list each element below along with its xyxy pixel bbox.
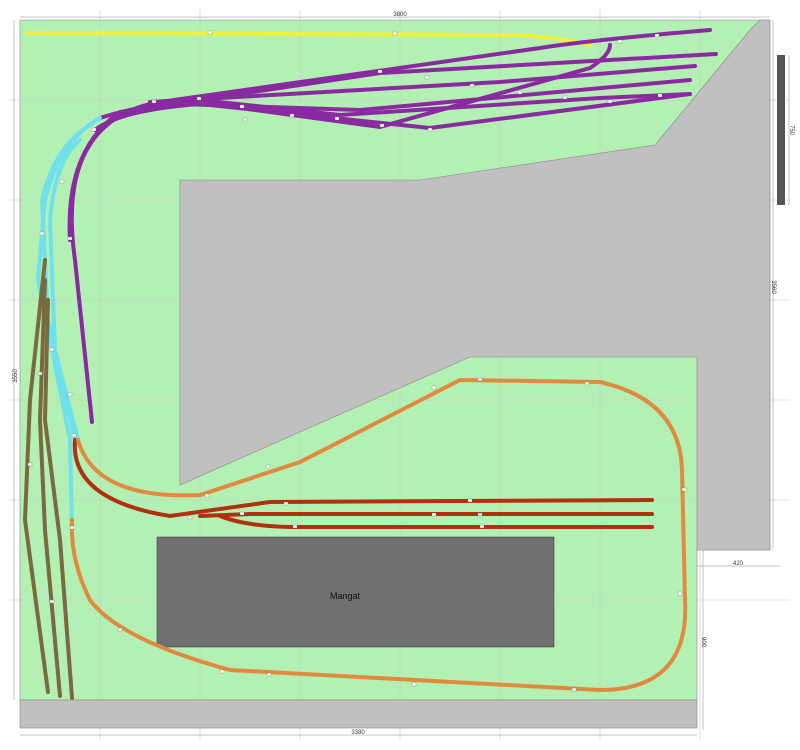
dim-window: 750	[788, 125, 794, 136]
dim-corner-width: 420	[733, 561, 744, 567]
gray-area-bottom	[19, 699, 698, 729]
dim-bottom: 3380	[351, 730, 365, 736]
pit-label: Mangat	[330, 591, 361, 601]
dim-top: 3800	[393, 12, 407, 18]
dim-right: 3560	[770, 280, 776, 294]
dim-corner-height: 900	[700, 637, 706, 648]
window-bar	[777, 55, 785, 205]
dim-left: 3550	[13, 369, 19, 383]
layout-plan: Mangat 3800 3380 3550 3560 750 420 900	[10, 10, 794, 740]
